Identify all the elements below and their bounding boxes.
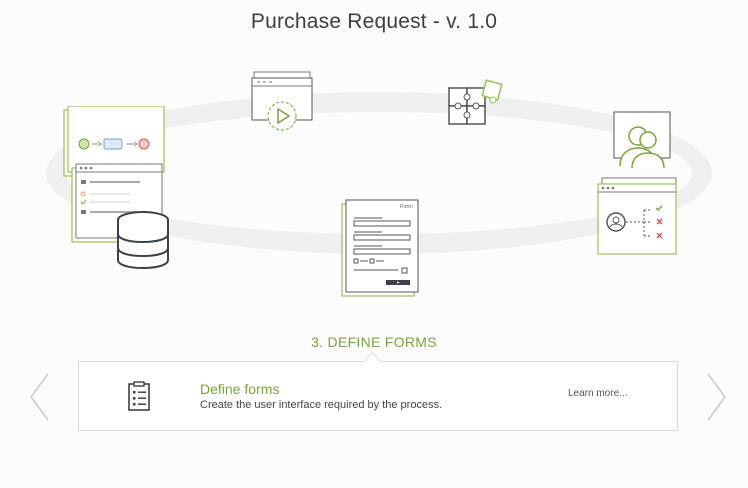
step-title: Define forms (200, 381, 280, 397)
chevron-left-icon[interactable] (28, 372, 50, 422)
clipboard-list-icon (128, 381, 150, 411)
page-title: Purchase Request - v. 1.0 (250, 10, 498, 33)
current-step-label: 3. DEFINE FORMS (311, 334, 437, 350)
simulation-icon[interactable] (250, 70, 314, 136)
forms-icon[interactable]: Form (338, 196, 422, 300)
process-model-icon[interactable] (60, 106, 172, 272)
integration-icon[interactable] (446, 78, 506, 130)
learn-more-link[interactable]: Learn more... (568, 388, 627, 399)
participants-icon[interactable] (596, 110, 682, 258)
chevron-right-icon[interactable] (706, 372, 728, 422)
form-preview-header: Form (400, 204, 413, 210)
step-description: Create the user interface required by th… (200, 399, 443, 411)
